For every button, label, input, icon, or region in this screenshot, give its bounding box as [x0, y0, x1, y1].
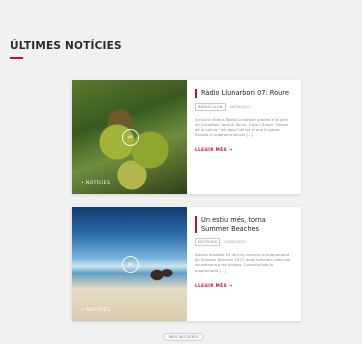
- article-card[interactable]: ∞ • NOTÍCIES Un estiu més, torna Summer …: [72, 207, 301, 321]
- read-more-link[interactable]: LLEGIR MÉS →: [195, 147, 233, 152]
- article-meta: NOTÍCIES 24/06/2023: [195, 238, 293, 246]
- link-icon[interactable]: ∞: [121, 256, 139, 273]
- article-date: 26/04/2023: [229, 104, 251, 109]
- more-news-button[interactable]: MÉS NOTÍCIES: [163, 333, 205, 341]
- read-more-label: LLEGIR MÉS: [195, 282, 227, 288]
- article-title[interactable]: Un estiu més, torna Summer Beaches: [195, 216, 293, 233]
- article-card[interactable]: ∞ • NOTÍCIES Ràdio Llunarbori 07: Roure …: [72, 80, 301, 194]
- category-badge[interactable]: NOTÍCIES: [195, 238, 221, 246]
- article-excerpt: Arriba la ràdio a Ràdio Llunarbori gràci…: [195, 117, 289, 138]
- article-image[interactable]: ∞ • NOTÍCIES: [72, 207, 187, 321]
- article-date: 24/06/2023: [224, 240, 246, 244]
- article-title[interactable]: Ràdio Llunarbori 07: Roure: [195, 89, 293, 98]
- section-title: ÚLTIMES NOTÍCIES: [10, 40, 122, 52]
- arrow-right-icon: →: [228, 147, 233, 153]
- read-more-link[interactable]: LLEGIR MÉS →: [195, 283, 233, 288]
- article-body: Un estiu més, torna Summer Beaches NOTÍC…: [187, 207, 301, 321]
- category-badge[interactable]: RÀDIO LLUN: [195, 102, 226, 111]
- article-excerpt: Aquest dissabte 24 de juny arrenca la pr…: [195, 253, 291, 273]
- image-category-tag: • NOTÍCIES: [81, 308, 111, 313]
- article-meta: RÀDIO LLUN 26/04/2023: [195, 102, 293, 111]
- article-body: Ràdio Llunarbori 07: Roure RÀDIO LLUN 26…: [187, 80, 301, 194]
- read-more-label: LLEGIR MÉS: [195, 147, 227, 153]
- arrow-right-icon: →: [228, 282, 233, 288]
- image-category-tag: • NOTÍCIES: [81, 181, 111, 186]
- link-icon[interactable]: ∞: [121, 129, 139, 146]
- article-image[interactable]: ∞ • NOTÍCIES: [72, 80, 187, 194]
- title-underline: [10, 57, 23, 59]
